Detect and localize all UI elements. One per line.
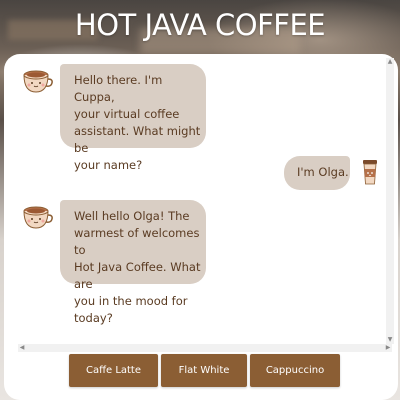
message-line: I'm Olga. [297, 165, 349, 179]
quick-reply-caffe-latte[interactable]: Caffe Latte [69, 354, 158, 387]
chat-log[interactable]: Hello there. I'm Cuppa, your virtual cof… [12, 58, 386, 348]
chat-panel: Hello there. I'm Cuppa, your virtual cof… [4, 54, 398, 400]
message-line: your virtual coffee [74, 107, 180, 121]
user-bubble: I'm Olga. [284, 156, 350, 190]
quick-reply-flat-white[interactable]: Flat White [161, 354, 247, 387]
coffee-cup-icon [23, 206, 53, 229]
bot-bubble: Well hello Olga! The warmest of welcomes… [60, 200, 206, 325]
horizontal-scrollbar[interactable]: ◀ ▶ [18, 344, 392, 352]
message-line: assistant. What might be [74, 124, 201, 155]
page-title: HOT JAVA COFFEE [74, 8, 326, 42]
coffee-cup-icon [23, 70, 53, 93]
scroll-right-arrow-icon[interactable]: ▶ [384, 344, 392, 352]
bot-bubble: Hello there. I'm Cuppa, your virtual cof… [60, 64, 206, 172]
message-line: you in the mood for today? [74, 294, 188, 325]
quick-reply-cappuccino[interactable]: Cappuccino [250, 354, 340, 387]
message-line: your name? [74, 158, 143, 172]
scroll-left-arrow-icon[interactable]: ◀ [18, 344, 26, 352]
message-line: warmest of welcomes to [74, 226, 200, 257]
scroll-up-arrow-icon[interactable]: ▲ [386, 58, 394, 66]
vertical-scrollbar[interactable]: ▲ ▼ [386, 58, 394, 344]
quick-reply-buttons: Caffe Latte Flat White Cappuccino [69, 354, 349, 388]
scroll-down-arrow-icon[interactable]: ▼ [386, 336, 394, 344]
message-line: Hello there. I'm Cuppa, [74, 73, 163, 104]
message-line: Hot Java Coffee. What are [74, 260, 201, 291]
takeaway-cup-icon [363, 160, 377, 185]
message-line: Well hello Olga! The [74, 209, 190, 223]
